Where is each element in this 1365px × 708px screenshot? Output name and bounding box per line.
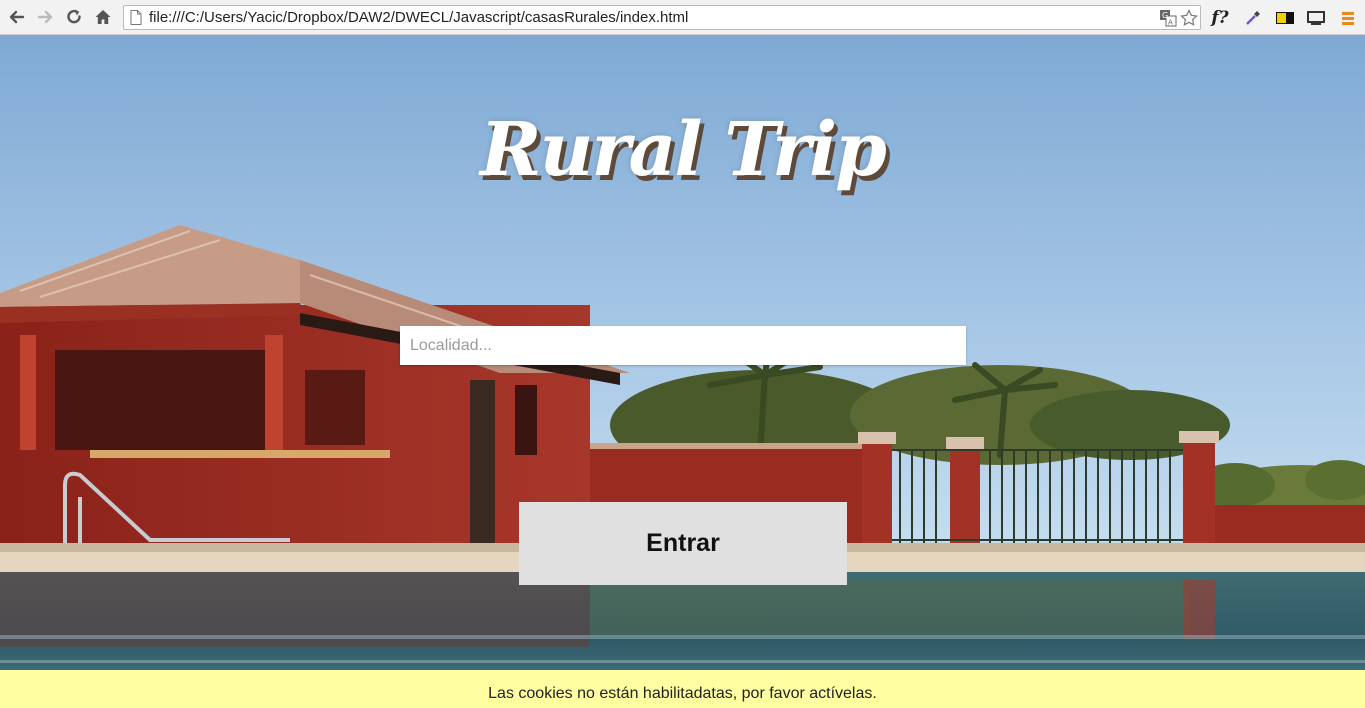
cookie-banner: Las cookies no están habilitadatas, por … [0,670,1365,708]
url-text[interactable]: file:///C:/Users/Yacic/Dropbox/DAW2/DWEC… [149,9,688,26]
home-button[interactable] [92,6,114,28]
contrast-icon[interactable] [1274,7,1296,29]
address-bar[interactable]: file:///C:/Users/Yacic/Dropbox/DAW2/DWEC… [123,5,1201,30]
svg-text:A: A [1168,19,1173,27]
page-viewport: Rural Trip Entrar Las cookies no están h… [0,35,1365,708]
color-picker-icon[interactable] [1242,7,1264,29]
cookie-message: Las cookies no están habilitadatas, por … [488,685,877,702]
forward-button[interactable] [34,6,56,28]
page-icon [130,10,142,25]
fonts-extension-icon[interactable]: f? [1209,7,1231,29]
reload-icon [67,9,81,24]
reload-button[interactable] [63,6,85,28]
arrow-right-icon [37,10,53,24]
fonts-extension-label: f? [1211,8,1229,28]
menu-icon[interactable] [1337,7,1359,29]
enter-button[interactable]: Entrar [519,502,847,585]
arrow-left-icon [9,10,25,24]
locality-search-input[interactable] [400,326,966,365]
cast-icon[interactable] [1305,7,1327,29]
back-button[interactable] [6,6,28,28]
home-icon [95,10,111,24]
star-icon[interactable] [1180,9,1198,27]
browser-toolbar: file:///C:/Users/Yacic/Dropbox/DAW2/DWEC… [0,0,1365,35]
translate-icon[interactable]: GA [1159,9,1177,27]
site-title: Rural Trip [480,107,887,193]
